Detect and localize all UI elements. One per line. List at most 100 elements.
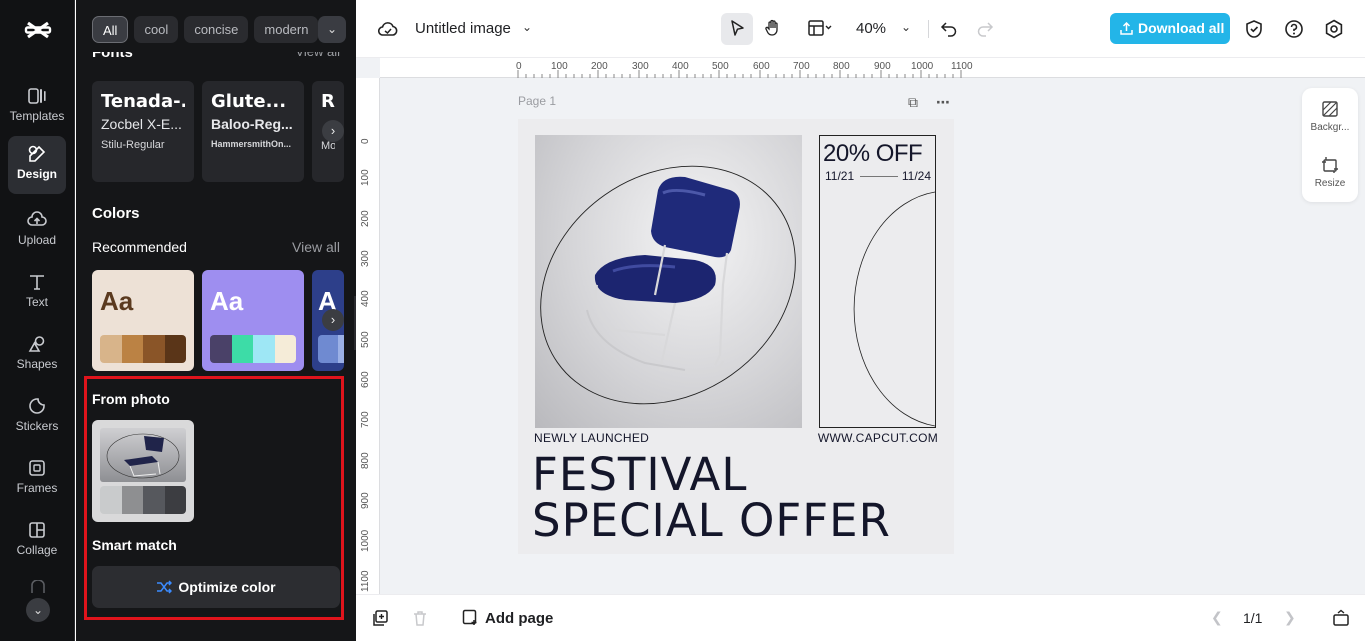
tagline-text[interactable]: NEWLY LAUNCHED [534, 431, 649, 445]
chevron-down-icon[interactable]: ⌄ [522, 20, 532, 34]
chip-all[interactable]: All [92, 16, 128, 43]
add-page-button[interactable]: Add page [462, 609, 553, 627]
rail-item-text[interactable]: Text [8, 264, 66, 322]
side-tools-panel: Backgr... Resize [1302, 88, 1358, 202]
headline-text[interactable]: FESTIVAL SPECIAL OFFER [532, 452, 891, 544]
ruler-label: 900 [874, 61, 891, 72]
help-icon[interactable] [1284, 19, 1304, 39]
cloud-sync-icon[interactable] [378, 20, 398, 38]
vertical-ruler: 0 100 200 300 400 500 600 700 800 900 10… [356, 78, 380, 594]
rail-item-label: Design [8, 167, 66, 181]
layout-tool-button[interactable] [800, 13, 840, 45]
ruler-label: 200 [360, 210, 371, 227]
rail-more-button[interactable]: ⌄ [26, 598, 50, 622]
upload-icon [27, 210, 47, 230]
ruler-label: 600 [360, 371, 371, 388]
from-photo-heading: From photo [92, 391, 170, 407]
rail-item-label: Templates [8, 109, 66, 123]
colors-view-all-link[interactable]: View all [292, 239, 340, 255]
ruler-label: 1000 [360, 530, 371, 552]
chip-concise[interactable]: concise [184, 16, 248, 43]
font-name-primary: Glute... [211, 91, 295, 112]
frames-icon [27, 458, 47, 478]
ruler-label: 0 [360, 138, 371, 144]
photo-thumbnail [100, 428, 186, 482]
ruler-label: 400 [360, 290, 371, 307]
filter-chips: All cool concise modern [92, 16, 342, 43]
chip-modern[interactable]: modern [254, 16, 318, 43]
duplicate-icon[interactable] [371, 609, 389, 627]
chevron-down-icon: ⌄ [327, 22, 337, 36]
canvas-area[interactable]: 0 100 200 300 400 500 600 700 800 900 10… [356, 58, 1365, 594]
font-card-gluten[interactable]: Glute... Baloo-Reg... HammersmithOn... [202, 81, 304, 182]
palette-card-purple[interactable]: Aa [202, 270, 304, 371]
ruler-label: 300 [632, 61, 649, 72]
ruler-label: 1100 [951, 61, 973, 72]
add-page-label: Add page [485, 610, 553, 627]
undo-button[interactable] [933, 13, 965, 45]
next-page-button[interactable]: ❯ [1284, 609, 1296, 626]
delete-icon[interactable] [411, 609, 429, 627]
promo-panel[interactable]: 20% OFF 11/21 11/24 [819, 135, 936, 428]
font-name-primary: Ru [321, 91, 335, 112]
rail-item-collage[interactable]: Collage [8, 512, 66, 570]
palette-swatches [210, 335, 296, 363]
optimize-color-button[interactable]: Optimize color [92, 566, 340, 608]
horizontal-ruler: 0 100 200 300 400 500 600 700 800 900 10… [380, 58, 1365, 78]
ruler-label: 0 [516, 61, 522, 72]
download-all-label: Download all [1138, 20, 1224, 36]
chevron-right-icon: › [331, 312, 335, 327]
duplicate-page-icon[interactable]: ⧉ [908, 94, 918, 111]
shield-icon[interactable] [1244, 19, 1264, 39]
fonts-next-button[interactable]: › [322, 120, 344, 142]
more-options-icon[interactable]: ⋯ [936, 94, 950, 111]
headline-line-2: SPECIAL OFFER [532, 498, 891, 544]
rail-item-upload[interactable]: Upload [8, 202, 66, 260]
background-tool-button[interactable]: Backgr... [1302, 100, 1358, 133]
fonts-view-all-link[interactable]: View all [295, 44, 340, 59]
page-label: Page 1 [518, 94, 556, 108]
font-name-tertiary: HammersmithOn... [211, 139, 295, 149]
font-card-tenada[interactable]: Tenada-... Zocbel X-E... Stilu-Regular [92, 81, 194, 182]
palette-card-warm[interactable]: Aa [92, 270, 194, 371]
chips-expand-button[interactable]: ⌄ [318, 16, 346, 43]
chair-illustration [535, 135, 802, 428]
ruler-label: 1100 [360, 570, 371, 592]
capcut-logo[interactable] [22, 14, 54, 46]
chair-photo[interactable] [535, 135, 802, 428]
ruler-label: 100 [360, 169, 371, 186]
rail-item-templates[interactable]: Templates [8, 78, 66, 136]
design-icon [27, 144, 47, 164]
font-name-secondary: Baloo-Reg... [211, 116, 295, 132]
rail-item-shapes[interactable]: Shapes [8, 326, 66, 384]
undo-icon [940, 19, 958, 37]
rail-item-design[interactable]: Design [8, 136, 66, 194]
resize-tool-button[interactable]: Resize [1302, 156, 1358, 189]
ruler-label: 200 [591, 61, 608, 72]
rail-item-label: Text [8, 295, 66, 309]
rail-item-stickers[interactable]: Stickers [8, 388, 66, 446]
background-tool-label: Backgr... [1311, 122, 1350, 133]
layout-icon [807, 19, 833, 37]
design-artboard[interactable]: 20% OFF 11/21 11/24 NEWLY LAUNCHED WWW.C… [518, 119, 954, 554]
pointer-icon [728, 19, 746, 37]
expand-panel-icon[interactable] [1332, 609, 1350, 627]
settings-icon[interactable] [1324, 19, 1344, 39]
download-all-button[interactable]: Download all [1110, 13, 1230, 44]
document-title[interactable]: Untitled image [415, 20, 511, 37]
rail-item-label: Upload [8, 233, 66, 247]
select-tool-button[interactable] [721, 13, 753, 45]
redo-button[interactable] [969, 13, 1001, 45]
website-text[interactable]: WWW.CAPCUT.COM [818, 431, 938, 445]
chevron-down-icon[interactable]: ⌄ [901, 20, 911, 34]
colors-next-button[interactable]: › [322, 309, 344, 331]
photo-palette-swatches [100, 486, 186, 514]
fonts-heading: Fonts [92, 44, 133, 61]
from-photo-palette-card[interactable] [92, 420, 194, 522]
hand-tool-button[interactable] [757, 13, 789, 45]
zoom-level[interactable]: 40% [856, 20, 886, 37]
prev-page-button[interactable]: ❮ [1211, 609, 1223, 626]
chip-cool[interactable]: cool [134, 16, 178, 43]
collage-icon [27, 520, 47, 540]
rail-item-frames[interactable]: Frames [8, 450, 66, 508]
